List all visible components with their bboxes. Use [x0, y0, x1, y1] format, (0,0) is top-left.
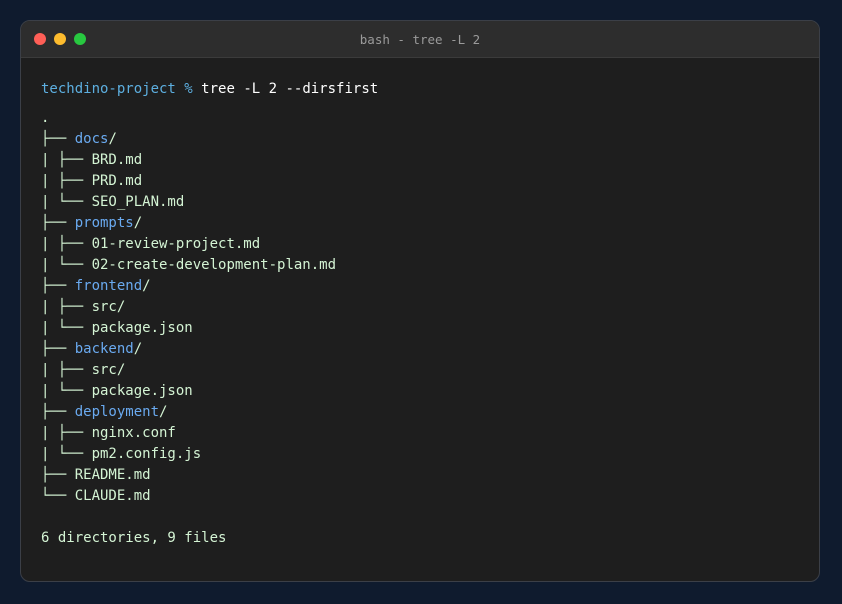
tree-branch: | └── [41, 194, 92, 210]
tree-file-name: PRD.md [91, 173, 143, 189]
tree-directory-name: deployment [74, 404, 160, 420]
tree-suffix: / [108, 131, 117, 147]
prompt-directory: techdino-project [41, 81, 176, 97]
tree-file-name: package.json [91, 383, 193, 399]
tree-file-name: package.json [91, 320, 193, 336]
tree-line: | └── 02-create-development-plan.md [41, 255, 799, 276]
tree-branch: | └── [41, 320, 92, 336]
tree-line: | ├── src/ [41, 360, 799, 381]
tree-directory-name: frontend [74, 278, 143, 294]
tree-file-name: src/ [91, 362, 126, 378]
window-title: bash - tree -L 2 [359, 32, 481, 47]
tree-file-name: README.md [74, 467, 151, 483]
tree-branch: | ├── [41, 362, 92, 378]
tree-line: ├── docs/ [41, 129, 799, 150]
tree-line: ├── backend/ [41, 339, 799, 360]
tree-file-name: pm2.config.js [91, 446, 202, 462]
prompt-line: techdino-project % tree -L 2 --dirsfirst [41, 79, 799, 100]
tree-branch: | ├── [41, 236, 92, 252]
tree-file-name: nginx.conf [91, 425, 176, 441]
tree-line: | ├── PRD.md [41, 171, 799, 192]
terminal-output[interactable]: techdino-project % tree -L 2 --dirsfirst… [21, 58, 819, 549]
tree-line: ├── deployment/ [41, 402, 799, 423]
tree-branch: ├── [41, 341, 75, 357]
tree-suffix: / [133, 215, 143, 231]
tree-line: | └── pm2.config.js [41, 444, 799, 465]
tree-suffix: / [133, 341, 143, 357]
tree-line: | ├── 01-review-project.md [41, 234, 799, 255]
tree-directory-name: backend [74, 341, 134, 357]
tree-branch: ├── [41, 467, 75, 483]
tree-branch: ├── [41, 278, 75, 294]
tree-suffix: / [142, 278, 151, 294]
tree-directory-name: prompts [74, 215, 134, 231]
tree-branch: | ├── [41, 152, 92, 168]
tree-line: | └── SEO_PLAN.md [41, 192, 799, 213]
tree-file-name: 01-review-project.md [91, 236, 261, 252]
tree-listing: . ├── docs/| ├── BRD.md | ├── PRD.md | └── … [41, 108, 799, 507]
tree-file-name: CLAUDE.md [74, 488, 151, 504]
tree-line: ├── prompts/ [41, 213, 799, 234]
tree-branch: | ├── [41, 425, 92, 441]
tree-branch: ├── [41, 215, 75, 231]
tree-branch: ├── [41, 404, 75, 420]
tree-file-name: 02-create-development-plan.md [91, 257, 337, 273]
tree-line: . [41, 108, 799, 129]
tree-branch: └── [41, 488, 75, 504]
tree-line: | ├── src/ [41, 297, 799, 318]
summary-line: 6 directories, 9 files [41, 530, 227, 546]
tree-branch: | └── [41, 257, 92, 273]
tree-line: ├── README.md [41, 465, 799, 486]
prompt-command: tree -L 2 --dirsfirst [201, 81, 379, 97]
tree-branch: ├── [41, 131, 75, 147]
tree-line: | ├── BRD.md [41, 150, 799, 171]
terminal-window: bash - tree -L 2 techdino-project % tree… [20, 20, 820, 582]
tree-branch: | ├── [41, 299, 92, 315]
tree-directory-name: docs [74, 131, 109, 147]
tree-branch: | ├── [41, 173, 92, 189]
tree-file-name: SEO_PLAN.md [91, 194, 185, 210]
tree-file-name: BRD.md [91, 152, 143, 168]
prompt-symbol: % [184, 81, 193, 97]
tree-branch: . [41, 110, 50, 126]
tree-branch: | └── [41, 383, 92, 399]
tree-line: | └── package.json [41, 381, 799, 402]
tree-file-name: src/ [91, 299, 126, 315]
tree-line: └── CLAUDE.md [41, 486, 799, 507]
tree-line: | ├── nginx.conf [41, 423, 799, 444]
title-bar: bash - tree -L 2 [21, 21, 819, 58]
tree-branch: | └── [41, 446, 92, 462]
tree-suffix: / [159, 404, 168, 420]
tree-line: | └── package.json [41, 318, 799, 339]
tree-line: ├── frontend/ [41, 276, 799, 297]
